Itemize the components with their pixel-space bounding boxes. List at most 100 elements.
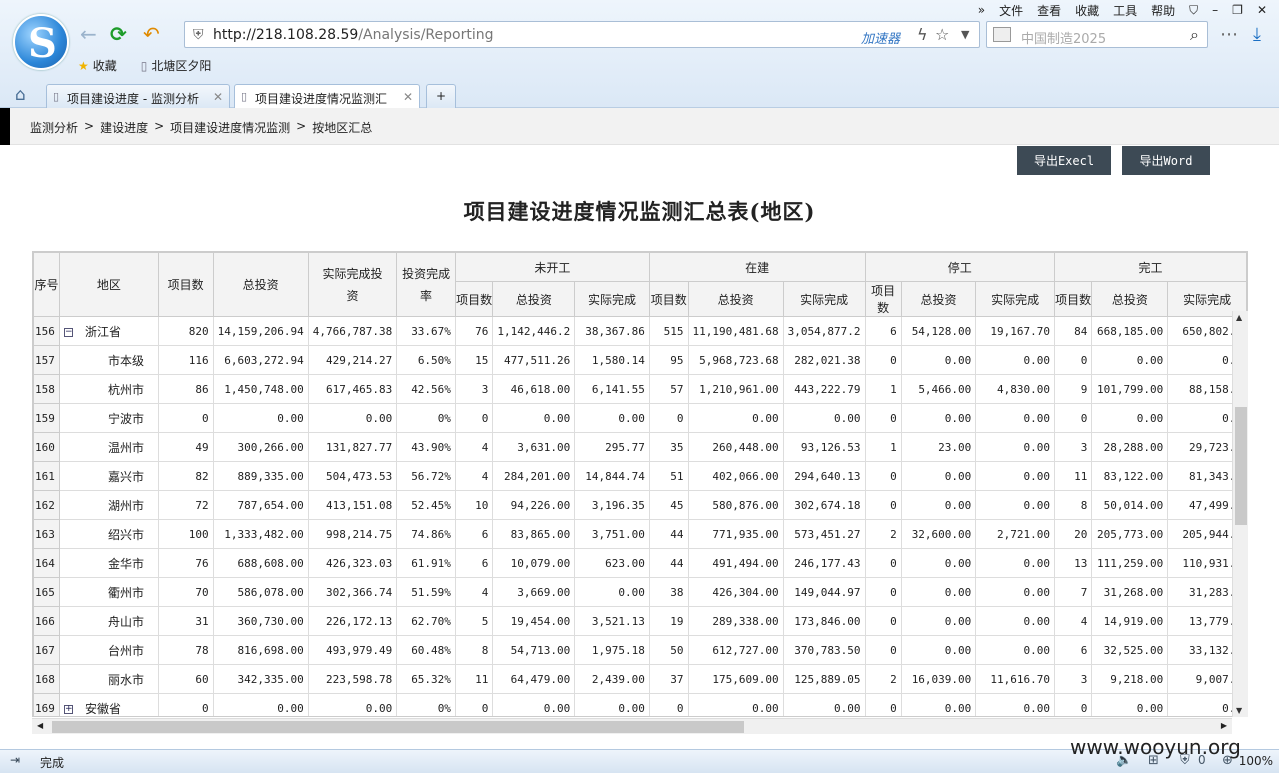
data-cell: 84 xyxy=(1053,316,1093,346)
refresh-icon[interactable]: ⟳ xyxy=(110,24,127,44)
data-cell: 46,618.00 xyxy=(492,374,576,404)
url-text[interactable]: http://218.108.28.59/Analysis/Reporting xyxy=(213,27,494,43)
data-cell: 771,935.00 xyxy=(687,519,784,549)
collapse-icon[interactable]: − xyxy=(63,327,73,337)
back-icon[interactable]: ← xyxy=(80,24,97,44)
export-word-button[interactable]: 导出Word xyxy=(1122,146,1210,175)
search-box[interactable]: 中国制造2025 ⌕ xyxy=(986,21,1208,48)
star-icon[interactable]: ☆ xyxy=(935,25,949,44)
table-row[interactable]: 165 衢州市 70 586,078.00 302,366.74 51.59% 4 3,669… xyxy=(33,577,1247,607)
data-cell: 116 xyxy=(157,345,214,375)
data-cell: 0 xyxy=(454,403,494,433)
favorites-item[interactable]: ★ 收藏 xyxy=(78,57,117,74)
sogou-logo[interactable]: S xyxy=(13,14,69,70)
scroll-down-icon[interactable]: ▼ xyxy=(1236,706,1242,715)
scroll-up-icon[interactable]: ▲ xyxy=(1236,313,1242,322)
data-cell: 32,600.00 xyxy=(900,519,977,549)
tab-close-icon[interactable]: ✕ xyxy=(213,90,223,104)
data-cell: 1 xyxy=(864,374,902,404)
bookmark-item[interactable]: ▯ 北塘区夕阳 xyxy=(141,57,212,74)
crumb-separator: > xyxy=(154,119,165,133)
table-row[interactable]: 157 市本级 116 6,603,272.94 429,214.27 6.50% 15 47… xyxy=(33,345,1247,375)
data-cell: 370,783.50 xyxy=(782,635,866,665)
crumb-monitor-analysis[interactable]: 监测分析 xyxy=(30,119,78,136)
crumb-progress-monitor[interactable]: 项目建设进度情况监测 xyxy=(170,119,290,136)
table-row[interactable]: 160 温州市 49 300,266.00 131,827.77 43.90% 4 3,631… xyxy=(33,432,1247,462)
header-seq: 序号 xyxy=(33,252,60,317)
data-cell: 477,511.26 xyxy=(492,345,576,375)
data-cell: 175,609.00 xyxy=(687,664,784,694)
menu-file[interactable]: 文件 xyxy=(999,2,1023,19)
tab-monitor-analysis[interactable]: ▯ 项目建设进度 - 监测分析 ✕ xyxy=(46,84,230,108)
tab-close-icon[interactable]: ✕ xyxy=(403,90,413,104)
table-row[interactable]: 164 金华市 76 688,608.00 426,323.03 61.91% 6 10,07… xyxy=(33,548,1247,578)
more-icon[interactable]: ⋯ xyxy=(1220,24,1238,45)
table-row[interactable]: 163 绍兴市 100 1,333,482.00 998,214.75 74.86% 6 83… xyxy=(33,519,1247,549)
data-cell: 19 xyxy=(648,606,689,636)
table-row[interactable]: 159 宁波市 0 0.00 0.00 0% 0 0.00 0.00 0 0.00 0.00 0 0.00… xyxy=(33,403,1247,433)
vertical-scroll-thumb[interactable] xyxy=(1235,407,1247,525)
table-row[interactable]: 156− 浙江省 820 14,159,206.94 4,766,787.38 33.67… xyxy=(33,316,1247,346)
table-row[interactable]: 167 台州市 78 816,698.00 493,979.49 60.48% 8 54,71… xyxy=(33,635,1247,665)
table-row[interactable]: 168 丽水市 60 342,335.00 223,598.78 65.32% 11 64,4… xyxy=(33,664,1247,694)
sidebar-toggle-icon[interactable]: ⇥ xyxy=(10,753,20,767)
new-tab-button[interactable]: + xyxy=(426,84,456,108)
data-cell: 0.00 xyxy=(307,693,398,716)
data-cell: 413,151.08 xyxy=(307,490,398,520)
data-cell: 0 xyxy=(1053,403,1093,433)
subheader-cell: 总投资 xyxy=(687,281,784,317)
table-row[interactable]: 158 杭州市 86 1,450,748.00 617,465.83 42.56% 3 46,… xyxy=(33,374,1247,404)
data-cell: 282,021.38 xyxy=(782,345,866,375)
horizontal-scroll-thumb[interactable] xyxy=(52,721,744,733)
data-cell: 515 xyxy=(648,316,689,346)
data-cell: 2,721.00 xyxy=(975,519,1055,549)
row-number: 162 xyxy=(33,490,60,520)
scroll-right-icon[interactable]: ▶ xyxy=(1221,721,1227,730)
search-input[interactable]: 中国制造2025 xyxy=(1021,28,1106,47)
menu-help[interactable]: 帮助 xyxy=(1151,2,1175,19)
table-row[interactable]: 162 湖州市 72 787,654.00 413,151.08 52.45% 10 94,2… xyxy=(33,490,1247,520)
table-row[interactable]: 161 嘉兴市 82 889,335.00 504,473.53 56.72% 4 284,2… xyxy=(33,461,1247,491)
crumb-by-region: 按地区汇总 xyxy=(312,121,373,135)
data-cell: 6 xyxy=(1053,635,1093,665)
export-excel-button[interactable]: 导出Execl xyxy=(1017,146,1111,175)
menu-favorites[interactable]: 收藏 xyxy=(1075,2,1099,19)
close-icon[interactable]: ✕ xyxy=(1257,3,1267,17)
data-cell: 83,122.00 xyxy=(1091,461,1169,491)
data-cell: 3,631.00 xyxy=(492,432,576,462)
address-bar[interactable]: ⛨ http://218.108.28.59/Analysis/Reportin… xyxy=(184,21,980,48)
skin-icon[interactable]: ⛉ xyxy=(1189,3,1198,18)
expand-icon[interactable]: + xyxy=(63,704,73,714)
menu-bar: » 文件 查看 收藏 工具 帮助 ⛉ – ❐ ✕ xyxy=(978,0,1279,20)
region-cell: 台州市 xyxy=(58,635,159,665)
vertical-scrollbar[interactable]: ▲ ▼ xyxy=(1232,311,1248,717)
crumb-build-progress[interactable]: 建设进度 xyxy=(100,119,148,136)
menu-tools[interactable]: 工具 xyxy=(1113,2,1137,19)
double-chevron-icon[interactable]: » xyxy=(978,3,985,17)
home-icon[interactable]: ⌂ xyxy=(15,85,26,105)
lightning-icon[interactable]: ϟ xyxy=(917,25,928,44)
data-cell: 3 xyxy=(454,374,494,404)
horizontal-scrollbar[interactable]: ◀ ▶ xyxy=(32,718,1232,734)
dropdown-icon[interactable]: ▼ xyxy=(961,28,969,41)
scroll-left-icon[interactable]: ◀ xyxy=(37,721,43,730)
accelerator-label[interactable]: 加速器 xyxy=(861,28,900,47)
restore-icon[interactable]: ❐ xyxy=(1232,3,1243,17)
search-icon[interactable]: ⌕ xyxy=(1190,25,1199,45)
menu-view[interactable]: 查看 xyxy=(1037,2,1061,19)
image-search-icon[interactable] xyxy=(993,27,1011,42)
minimize-icon[interactable]: – xyxy=(1212,3,1218,17)
zoom-level[interactable]: 100% xyxy=(1239,754,1273,768)
download-icon[interactable]: ⤓ xyxy=(1253,24,1261,45)
data-cell: 1,142,446.2 xyxy=(492,316,576,346)
table-row[interactable]: 166 舟山市 31 360,730.00 226,172.13 62.70% 5 19,45… xyxy=(33,606,1247,636)
table-row[interactable]: 169 + 安徽省 0 0.00 0.00 0% 0 0.00 0.00 0 0.00 0.00 0 0.0… xyxy=(33,693,1247,716)
undo-close-icon[interactable]: ↶ xyxy=(143,24,160,44)
data-cell: 0 xyxy=(864,606,902,636)
data-cell: 3 xyxy=(1053,432,1093,462)
region-cell: 湖州市 xyxy=(58,490,159,520)
data-cell: 0 xyxy=(1053,345,1093,375)
data-cell: 52.45% xyxy=(396,490,456,520)
url-host: http://218.108.28.59 xyxy=(213,27,359,43)
tab-progress-summary[interactable]: ▯ 项目建设进度情况监测汇 ✕ xyxy=(234,84,420,109)
